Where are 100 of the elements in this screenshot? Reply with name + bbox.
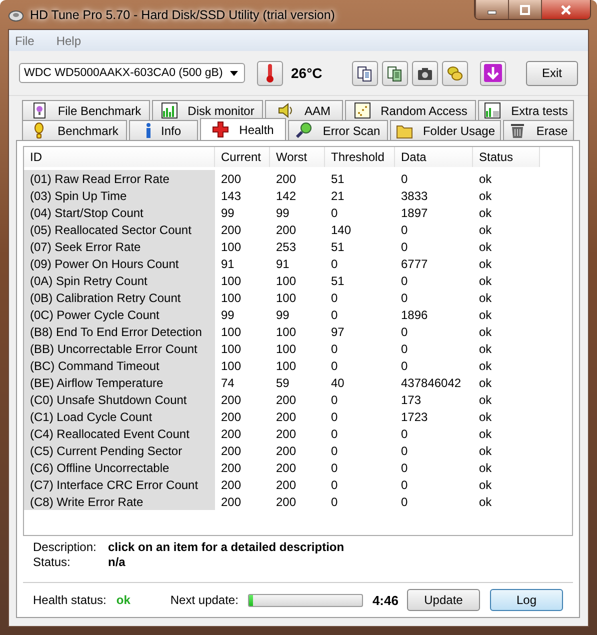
toolbar-button[interactable] bbox=[352, 60, 378, 86]
table-cell: (05) Reallocated Sector Count bbox=[24, 221, 215, 238]
menu-item[interactable]: Help bbox=[56, 34, 82, 48]
table-cell-text: 200 bbox=[220, 170, 242, 187]
table-cell-text: 0 bbox=[400, 460, 409, 476]
bar-chart-icon bbox=[160, 102, 178, 119]
table-cell-text: 200 bbox=[275, 170, 298, 187]
disk-icon bbox=[8, 8, 24, 22]
table-cell-text: 200 bbox=[275, 408, 298, 425]
table-cell-text: 51 bbox=[330, 238, 346, 255]
column-header[interactable]: Data bbox=[395, 147, 473, 167]
toolbar-button[interactable] bbox=[382, 60, 408, 86]
table-cell-text: 200 bbox=[220, 408, 242, 425]
table-cell-text: 0 bbox=[330, 494, 339, 510]
table-cell-text: ok bbox=[478, 272, 493, 289]
maximize-button[interactable] bbox=[508, 0, 541, 19]
table-cell-text: 140 bbox=[330, 222, 352, 238]
table-cell-text: 100 bbox=[220, 272, 242, 289]
table-cell-text: 143 bbox=[220, 188, 242, 204]
column-header[interactable]: ID bbox=[24, 147, 215, 167]
tab[interactable]: Info bbox=[129, 120, 198, 140]
menu-item[interactable]: File bbox=[15, 34, 34, 48]
table-cell: (0C) Power Cycle Count bbox=[24, 306, 215, 323]
column-header[interactable]: Current bbox=[215, 147, 270, 167]
maximize-icon bbox=[520, 4, 530, 14]
temperature-reading: 26°C bbox=[291, 65, 322, 81]
table-cell-text: 200 bbox=[275, 442, 298, 459]
tab[interactable]: Health bbox=[200, 118, 286, 140]
table-cell: (09) Power On Hours Count bbox=[24, 255, 215, 272]
table-cell-text: 0 bbox=[330, 340, 339, 357]
table-cell-text: ok bbox=[478, 188, 493, 204]
table-cell-text: 3833 bbox=[400, 188, 429, 204]
table-cell-text: 100 bbox=[275, 340, 298, 357]
table-cell-text: 74 bbox=[220, 374, 236, 391]
table-cell-text: 1723 bbox=[400, 408, 429, 425]
table-cell: (04) Start/Stop Count bbox=[24, 204, 215, 221]
column-header[interactable]: Worst bbox=[270, 147, 325, 167]
tab[interactable]: Folder Usage bbox=[390, 120, 501, 140]
tab[interactable]: Extra tests bbox=[478, 100, 574, 120]
table-cell-text: ok bbox=[478, 238, 493, 255]
close-button[interactable] bbox=[541, 0, 590, 19]
tab[interactable]: File Benchmark bbox=[22, 100, 150, 120]
table-cell-text: 0 bbox=[330, 476, 339, 493]
table-cell-text: ok bbox=[478, 324, 493, 340]
table-cell-text: 200 bbox=[220, 476, 242, 493]
tab[interactable]: Disk monitor bbox=[152, 100, 263, 120]
column-header[interactable]: Threshold bbox=[325, 147, 395, 167]
table-cell: (0B) Calibration Retry Count bbox=[24, 289, 215, 306]
table-cell-text: 0 bbox=[330, 256, 339, 272]
table-cell-text: 97 bbox=[330, 324, 346, 340]
tab[interactable]: AAM bbox=[265, 100, 343, 120]
table-cell: (01) Raw Read Error Rate bbox=[24, 170, 215, 187]
table-cell-text: 0 bbox=[330, 392, 339, 408]
window-title: HD Tune Pro 5.70 - Hard Disk/SSD Utility (trial version) bbox=[30, 8, 335, 22]
scatter-icon bbox=[354, 102, 371, 119]
health-status-label: Health status: bbox=[33, 593, 106, 607]
table-cell-text: 0 bbox=[400, 272, 409, 289]
table-cell-text: 200 bbox=[220, 426, 242, 442]
table-cell-text: ok bbox=[478, 392, 493, 408]
column-header[interactable]: Status bbox=[473, 147, 540, 167]
table-cell: (C6) Offline Uncorrectable bbox=[24, 459, 215, 476]
tab[interactable]: Random Access bbox=[345, 100, 476, 120]
toolbar-button[interactable] bbox=[412, 60, 438, 86]
table-cell-text: 0 bbox=[330, 442, 339, 459]
dropdown-arrow-icon bbox=[230, 70, 238, 76]
copy-icon bbox=[356, 64, 374, 82]
table-cell-text: 21 bbox=[330, 188, 346, 204]
detail-label: Status: bbox=[33, 555, 72, 569]
table-cell-text: ok bbox=[478, 222, 493, 238]
table-cell-text: 0 bbox=[330, 408, 339, 425]
table-cell-text: 40 bbox=[330, 374, 346, 391]
trash-can-icon bbox=[509, 122, 526, 139]
table-cell: (BE) Airflow Temperature bbox=[24, 374, 215, 391]
table-cell-text: ok bbox=[478, 204, 493, 221]
table-cell-text: 200 bbox=[220, 494, 242, 510]
table-cell-text: 99 bbox=[220, 204, 236, 221]
table-cell-text: 51 bbox=[330, 170, 346, 187]
drive-dropdown[interactable]: WDC WD5000AAKX-603CA0 (500 gB) bbox=[19, 63, 245, 83]
table-cell-text: 100 bbox=[275, 324, 298, 340]
table-cell: (C7) Interface CRC Error Count bbox=[24, 476, 215, 493]
exit-button[interactable]: Exit bbox=[526, 60, 578, 86]
table-cell-text: 100 bbox=[275, 290, 298, 306]
table-cell-text: 142 bbox=[275, 188, 298, 204]
table-cell-text: 1897 bbox=[400, 204, 429, 221]
table-cell-text: 200 bbox=[220, 460, 242, 476]
tab[interactable]: Benchmark bbox=[22, 120, 127, 140]
table-cell: (C0) Unsafe Shutdown Count bbox=[24, 391, 215, 408]
table-cell: (03) Spin Up Time bbox=[24, 187, 215, 204]
tab[interactable]: Error Scan bbox=[288, 120, 388, 140]
table-cell-text: 200 bbox=[275, 494, 298, 510]
thermometer-button[interactable] bbox=[257, 60, 283, 86]
table-cell-text: 0 bbox=[400, 340, 409, 357]
close-icon bbox=[561, 4, 571, 14]
magnifier-icon bbox=[296, 122, 313, 139]
minimize-button[interactable] bbox=[475, 0, 508, 19]
tab[interactable]: Erase bbox=[503, 120, 574, 140]
log-button[interactable]: Log bbox=[490, 589, 563, 611]
file-icon bbox=[30, 102, 48, 119]
update-button[interactable]: Update bbox=[407, 589, 480, 611]
table-cell: (C1) Load Cycle Count bbox=[24, 408, 215, 425]
